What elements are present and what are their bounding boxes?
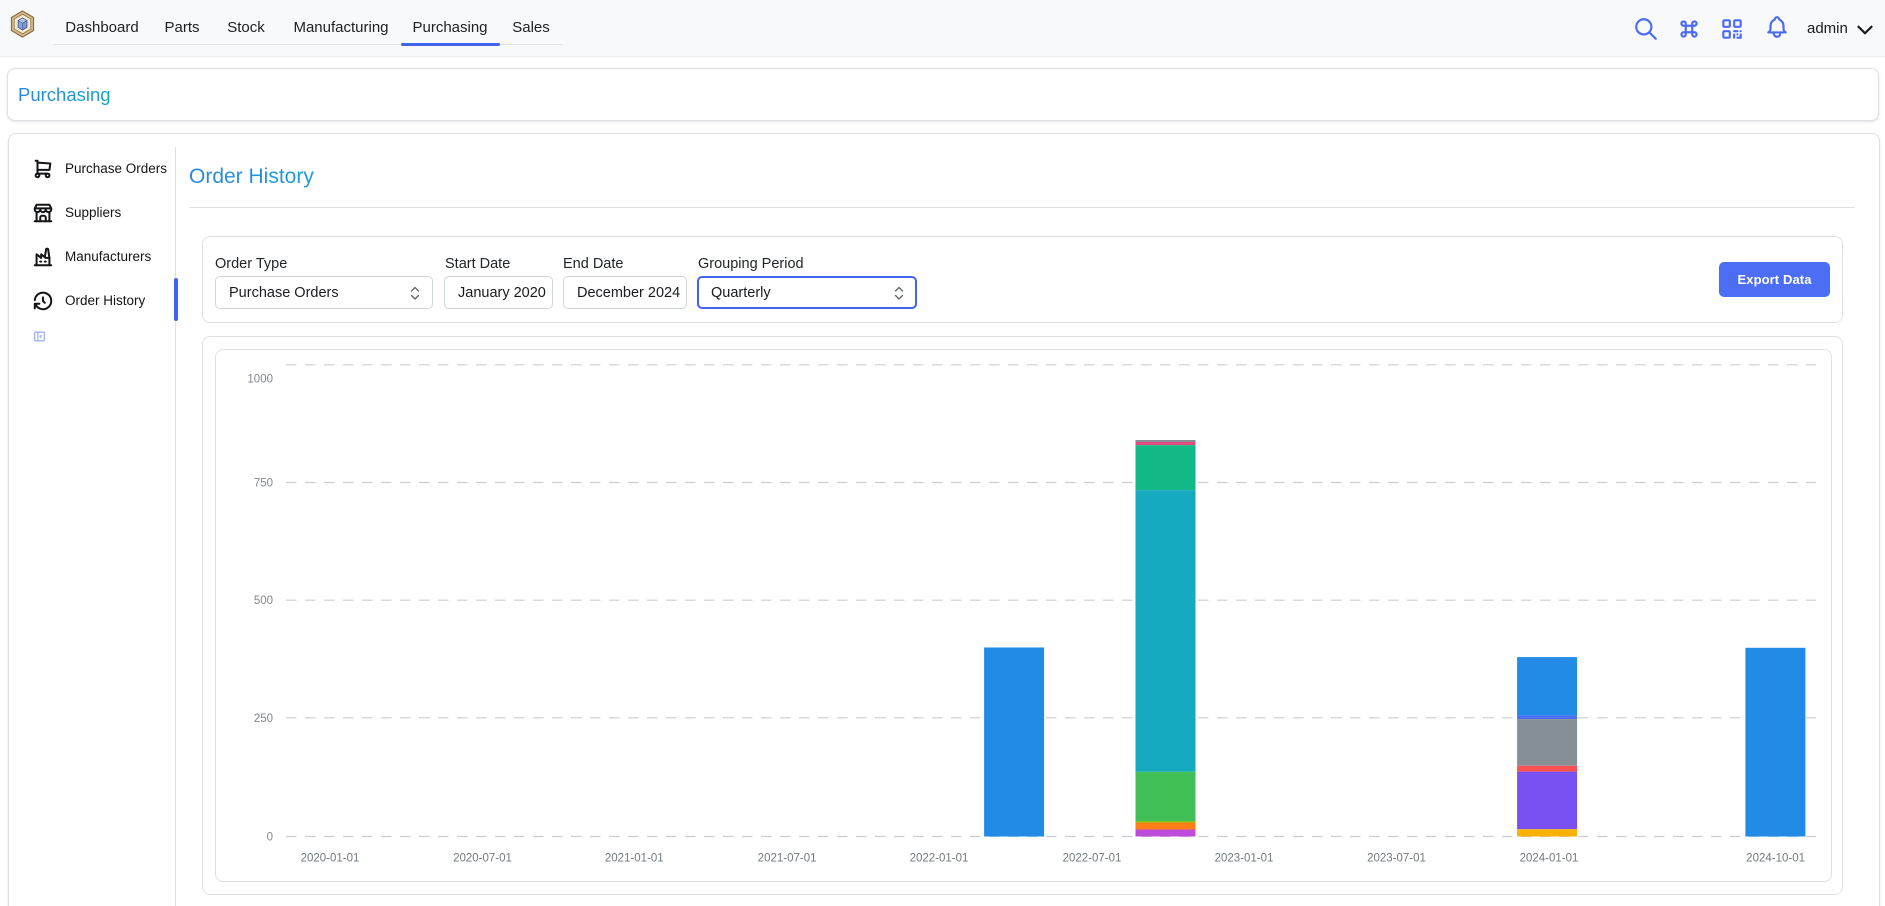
svg-text:2023-01-01: 2023-01-01 bbox=[1215, 853, 1274, 865]
svg-text:2021-01-01: 2021-01-01 bbox=[605, 853, 664, 865]
svg-text:2024-10-01: 2024-10-01 bbox=[1746, 853, 1805, 865]
svg-text:2023-07-01: 2023-07-01 bbox=[1367, 853, 1426, 865]
svg-text:2020-01-01: 2020-01-01 bbox=[301, 853, 360, 865]
svg-text:2024-01-01: 2024-01-01 bbox=[1520, 853, 1579, 865]
svg-text:250: 250 bbox=[254, 713, 273, 725]
svg-text:2020-07-01: 2020-07-01 bbox=[453, 853, 512, 865]
svg-text:2021-07-01: 2021-07-01 bbox=[758, 853, 817, 865]
svg-text:1000: 1000 bbox=[247, 373, 273, 385]
svg-text:500: 500 bbox=[254, 595, 273, 607]
svg-text:2022-07-01: 2022-07-01 bbox=[1063, 853, 1122, 865]
svg-text:0: 0 bbox=[267, 832, 273, 844]
svg-text:750: 750 bbox=[254, 478, 273, 490]
svg-text:2022-01-01: 2022-01-01 bbox=[910, 853, 969, 865]
